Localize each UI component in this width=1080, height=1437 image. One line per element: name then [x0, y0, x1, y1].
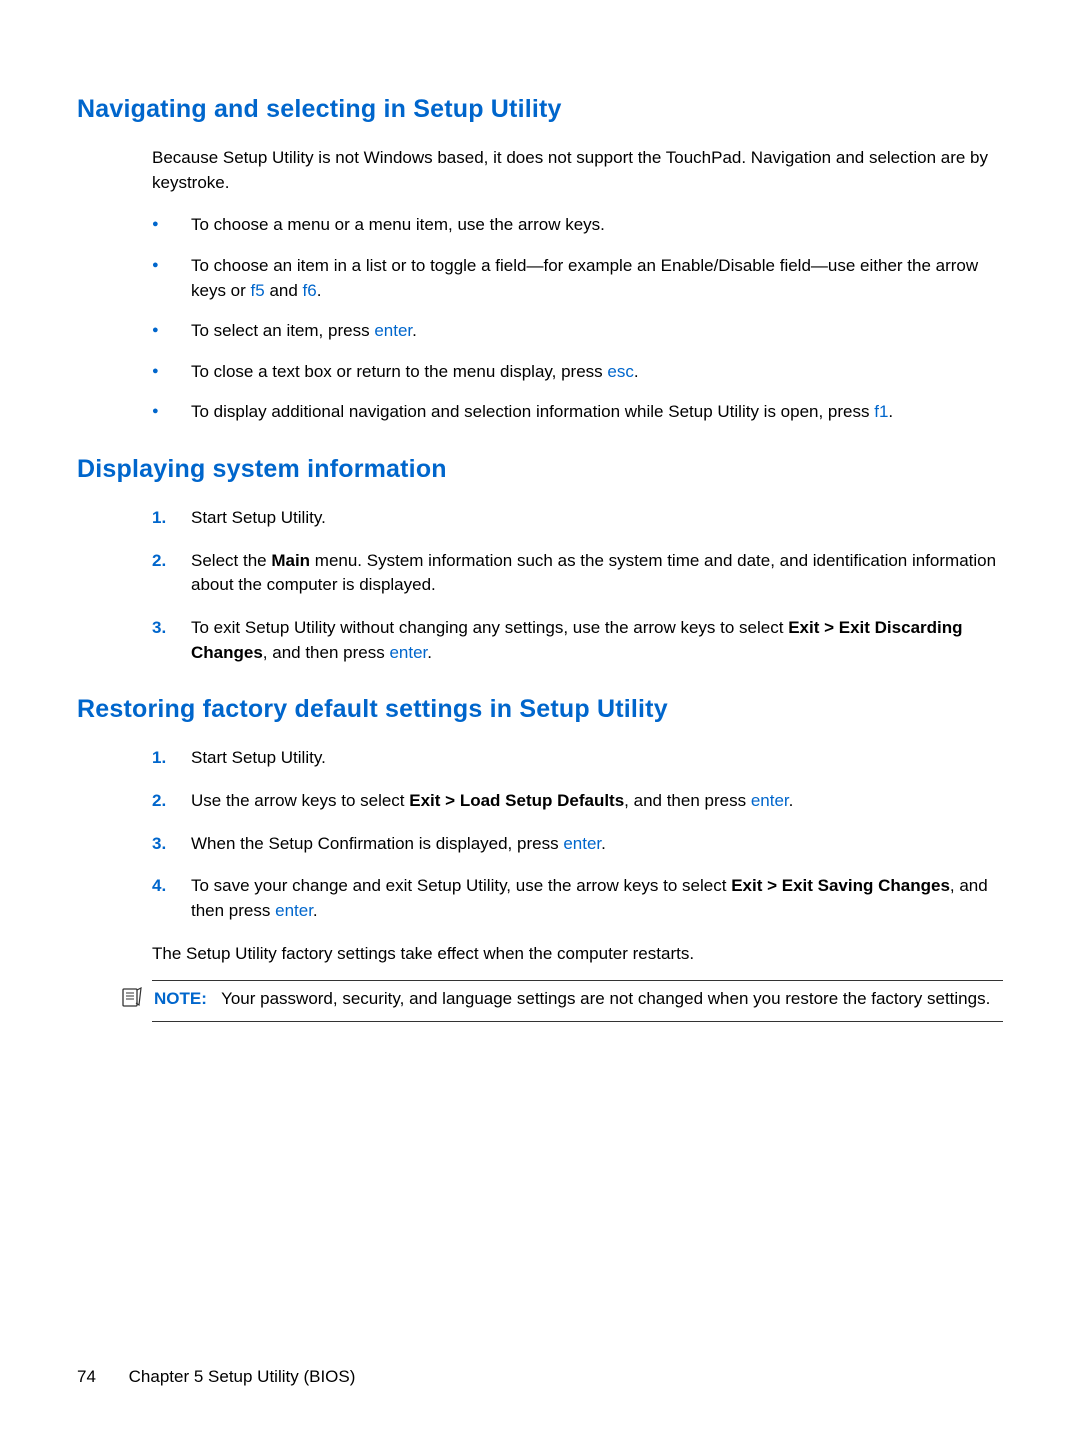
text: . [888, 402, 893, 421]
note-content: NOTE: Your password, security, and langu… [152, 987, 1003, 1015]
list-item: 3. When the Setup Confirmation is displa… [152, 832, 1003, 857]
key-enter: enter [563, 834, 601, 853]
page-footer: 74 Chapter 5 Setup Utility (BIOS) [77, 1367, 355, 1387]
section1-intro: Because Setup Utility is not Windows bas… [152, 146, 1003, 195]
list-item: To close a text box or return to the men… [152, 360, 1003, 385]
text: . [412, 321, 417, 340]
heading-restoring: Restoring factory default settings in Se… [77, 695, 1003, 724]
text: menu. System information such as the sys… [191, 551, 996, 595]
step-number: 1. [152, 746, 166, 771]
text: To save your change and exit Setup Utili… [191, 876, 731, 895]
text: To exit Setup Utility without changing a… [191, 618, 788, 637]
heading-navigating: Navigating and selecting in Setup Utilit… [77, 95, 1003, 124]
text: Use the arrow keys to select [191, 791, 409, 810]
text: To close a text box or return to the men… [191, 362, 607, 381]
section3-after: The Setup Utility factory settings take … [152, 942, 1003, 967]
step-number: 1. [152, 506, 166, 531]
text: . [789, 791, 794, 810]
key-esc: esc [607, 362, 633, 381]
list-item: 2. Use the arrow keys to select Exit > L… [152, 789, 1003, 814]
text [207, 989, 221, 1008]
step-number: 3. [152, 616, 166, 641]
list-item: 1. Start Setup Utility. [152, 746, 1003, 771]
text: . [427, 643, 432, 662]
text: When the Setup Confirmation is displayed… [191, 834, 563, 853]
heading-displaying: Displaying system information [77, 455, 1003, 484]
bold-text: Exit > Load Setup Defaults [409, 791, 624, 810]
key-f5: f5 [251, 281, 265, 300]
step-number: 3. [152, 832, 166, 857]
key-f6: f6 [303, 281, 317, 300]
section1-bullets: To choose a menu or a menu item, use the… [152, 213, 1003, 425]
text: . [634, 362, 639, 381]
text: . [313, 901, 318, 920]
text: and [265, 281, 303, 300]
list-item: To select an item, press enter. [152, 319, 1003, 344]
list-item: To choose a menu or a menu item, use the… [152, 213, 1003, 238]
key-enter: enter [751, 791, 789, 810]
key-f1: f1 [874, 402, 888, 421]
note-label: NOTE: [154, 989, 207, 1008]
text: . [317, 281, 322, 300]
text: To select an item, press [191, 321, 374, 340]
list-item: To choose an item in a list or to toggle… [152, 254, 1003, 303]
text: Select the [191, 551, 271, 570]
note-box: NOTE: Your password, security, and langu… [152, 980, 1003, 1022]
key-enter: enter [275, 901, 313, 920]
list-item: 4. To save your change and exit Setup Ut… [152, 874, 1003, 923]
key-enter: enter [374, 321, 412, 340]
text: Start Setup Utility. [191, 508, 326, 527]
list-item: 3. To exit Setup Utility without changin… [152, 616, 1003, 665]
text: . [601, 834, 606, 853]
bold-text: Main [271, 551, 310, 570]
bold-text: Exit > Exit Saving Changes [731, 876, 950, 895]
chapter-label: Chapter 5 Setup Utility (BIOS) [129, 1367, 356, 1386]
step-number: 2. [152, 789, 166, 814]
key-enter: enter [389, 643, 427, 662]
list-item: To display additional navigation and sel… [152, 400, 1003, 425]
list-item: 1. Start Setup Utility. [152, 506, 1003, 531]
section2-steps: 1. Start Setup Utility. 2. Select the Ma… [152, 506, 1003, 665]
section3-steps: 1. Start Setup Utility. 2. Use the arrow… [152, 746, 1003, 923]
text: To display additional navigation and sel… [191, 402, 874, 421]
page-number: 74 [77, 1367, 96, 1387]
note-text: Your password, security, and language se… [221, 989, 990, 1008]
text: , and then press [263, 643, 390, 662]
text: , and then press [624, 791, 751, 810]
step-number: 4. [152, 874, 166, 899]
list-item: 2. Select the Main menu. System informat… [152, 549, 1003, 598]
text: Start Setup Utility. [191, 748, 326, 767]
step-number: 2. [152, 549, 166, 574]
